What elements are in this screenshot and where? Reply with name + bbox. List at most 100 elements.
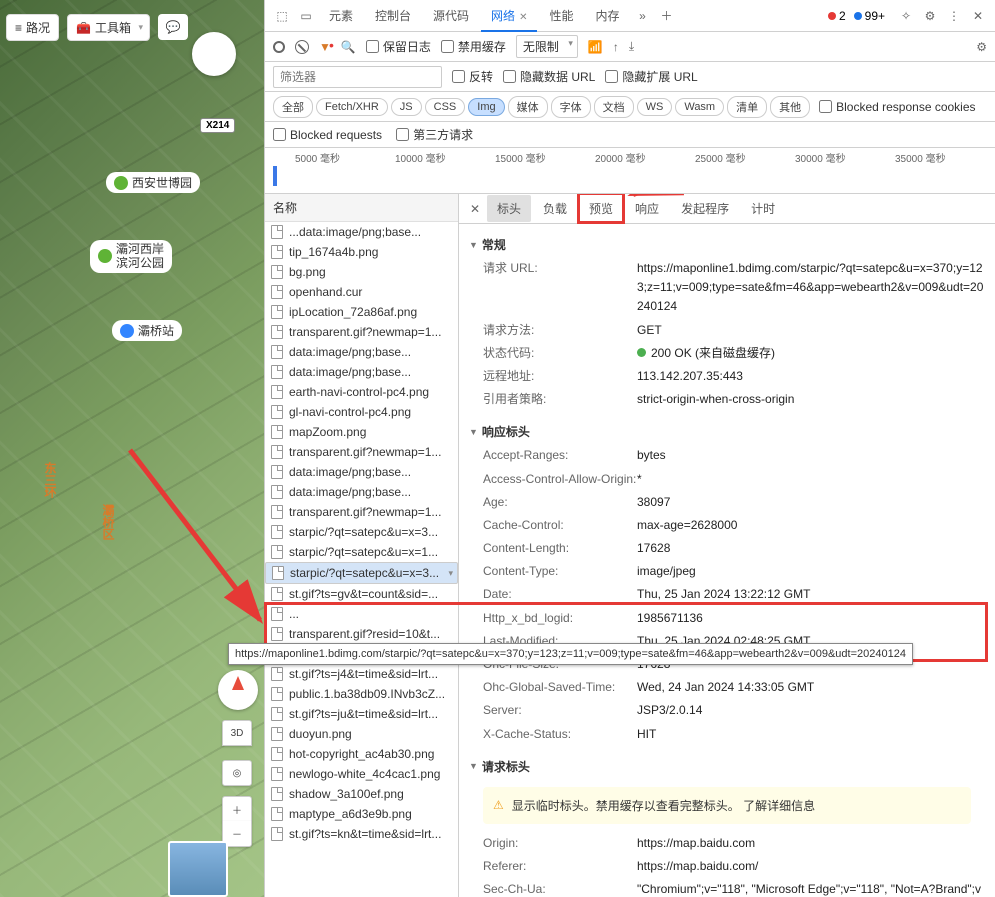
close-detail-icon[interactable]: ✕: [465, 202, 485, 216]
request-row[interactable]: st.gif?ts=ju&t=time&sid=lrt...: [265, 704, 458, 724]
chip-全部[interactable]: 全部: [273, 96, 313, 118]
request-row[interactable]: transparent.gif?newmap=1...: [265, 442, 458, 462]
detail-tab-3[interactable]: 响应: [625, 195, 669, 222]
request-row[interactable]: ...data:image/png;base...: [265, 222, 458, 242]
request-row[interactable]: st.gif?ts=kn&t=time&sid=lrt...: [265, 824, 458, 844]
chip-js[interactable]: JS: [391, 98, 422, 116]
chip-fetch/xhr[interactable]: Fetch/XHR: [316, 98, 388, 116]
request-row[interactable]: transparent.gif?resid=10&t...: [265, 624, 458, 644]
upload-icon[interactable]: ↑: [613, 40, 619, 54]
traffic-button[interactable]: ≡路况: [6, 14, 59, 41]
request-row[interactable]: bg.png: [265, 262, 458, 282]
section-request-headers[interactable]: 请求标头: [469, 754, 985, 779]
clear-button[interactable]: [295, 40, 309, 54]
streetview-thumb[interactable]: [168, 841, 228, 897]
chip-其他[interactable]: 其他: [770, 96, 810, 118]
tab-performance[interactable]: 性能: [539, 1, 583, 30]
compass[interactable]: [218, 670, 258, 710]
request-row[interactable]: shadow_3a100ef.png: [265, 784, 458, 804]
blocked-cookies-checkbox[interactable]: Blocked response cookies: [819, 100, 975, 114]
request-row[interactable]: openhand.cur: [265, 282, 458, 302]
map-poi-station[interactable]: 灞桥站: [112, 320, 182, 341]
more-icon[interactable]: ⋮: [943, 5, 965, 27]
request-row[interactable]: ...: [265, 604, 458, 624]
search-icon[interactable]: 🔍: [341, 40, 356, 54]
record-button[interactable]: [273, 41, 285, 53]
wifi-icon[interactable]: 📶: [588, 40, 603, 54]
device-icon[interactable]: ▭: [295, 5, 317, 27]
timeline[interactable]: 5000 毫秒10000 毫秒15000 毫秒20000 毫秒25000 毫秒3…: [265, 148, 995, 194]
section-response-headers[interactable]: 响应标头: [469, 419, 985, 444]
hide-data-url-checkbox[interactable]: 隐藏数据 URL: [503, 68, 595, 85]
request-row[interactable]: st.gif?ts=j4&t=time&sid=lrt...: [265, 664, 458, 684]
zoom-in-button[interactable]: ＋: [222, 796, 252, 822]
third-party-checkbox[interactable]: 第三方请求: [396, 126, 473, 143]
ai-icon[interactable]: ✧: [895, 5, 917, 27]
chip-媒体[interactable]: 媒体: [508, 96, 548, 118]
request-row[interactable]: earth-navi-control-pc4.png: [265, 382, 458, 402]
detail-tab-4[interactable]: 发起程序: [671, 195, 739, 222]
avatar[interactable]: [192, 32, 236, 76]
chip-wasm[interactable]: Wasm: [675, 98, 724, 116]
detail-tab-1[interactable]: 负载: [533, 195, 577, 222]
map-locate-button[interactable]: ◎: [222, 760, 252, 786]
blocked-requests-checkbox[interactable]: Blocked requests: [273, 128, 382, 142]
tab-network[interactable]: 网络✕: [481, 1, 537, 32]
settings-icon[interactable]: ⚙: [919, 5, 941, 27]
close-icon[interactable]: ✕: [519, 12, 527, 23]
detail-content[interactable]: 常规 请求 URL:https://maponline1.bdimg.com/s…: [459, 224, 995, 897]
chip-清单[interactable]: 清单: [727, 96, 767, 118]
request-row[interactable]: st.gif?ts=gv&t=count&sid=...: [265, 584, 458, 604]
request-row[interactable]: starpic/?qt=satepc&u=x=3...: [265, 522, 458, 542]
request-row[interactable]: hot-copyright_ac4ab30.png: [265, 744, 458, 764]
preserve-log-checkbox[interactable]: 保留日志: [366, 38, 431, 55]
map-poi-riverpark[interactable]: 灞河西岸 滨河公园: [90, 240, 172, 273]
close-devtools-icon[interactable]: ✕: [967, 5, 989, 27]
request-row[interactable]: newlogo-white_4c4cac1.png: [265, 764, 458, 784]
learn-more-link[interactable]: 了解详细信息: [743, 799, 815, 813]
chat-button[interactable]: 💬: [158, 14, 188, 40]
chip-css[interactable]: CSS: [425, 98, 466, 116]
tab-sources[interactable]: 源代码: [423, 1, 479, 30]
chip-字体[interactable]: 字体: [551, 96, 591, 118]
msg-badge[interactable]: 99+: [854, 9, 885, 23]
hide-ext-url-checkbox[interactable]: 隐藏扩展 URL: [605, 68, 697, 85]
request-row[interactable]: tip_1674a4b.png: [265, 242, 458, 262]
tab-memory[interactable]: 内存: [585, 1, 629, 30]
map-poi-expo[interactable]: 西安世博园: [106, 172, 200, 193]
download-icon[interactable]: ⤓: [629, 39, 634, 54]
detail-tab-0[interactable]: 标头: [487, 195, 531, 222]
error-badge[interactable]: 2: [828, 9, 846, 23]
invert-checkbox[interactable]: 反转: [452, 68, 493, 85]
request-row[interactable]: ipLocation_72a86af.png: [265, 302, 458, 322]
request-row[interactable]: maptype_a6d3e9b.png: [265, 804, 458, 824]
detail-tab-2[interactable]: 预览: [579, 195, 623, 222]
map-pane[interactable]: ≡路况 🧰工具箱 💬 X214 西安世博园 灞河西岸 滨河公园 灞桥站 东三环 …: [0, 0, 264, 897]
column-name-header[interactable]: 名称: [265, 194, 458, 222]
request-row[interactable]: mapZoom.png: [265, 422, 458, 442]
request-row[interactable]: starpic/?qt=satepc&u=x=3...: [265, 562, 458, 584]
chip-img[interactable]: Img: [468, 98, 504, 116]
network-settings-icon[interactable]: ⚙: [976, 40, 987, 54]
filter-toggle-icon[interactable]: ▼: [319, 40, 331, 54]
tab-elements[interactable]: 元素: [319, 1, 363, 30]
map-3d-button[interactable]: 3D: [222, 720, 252, 746]
inspect-icon[interactable]: ⬚: [271, 5, 293, 27]
chip-ws[interactable]: WS: [637, 98, 673, 116]
overflow-icon[interactable]: »: [631, 5, 653, 27]
section-general[interactable]: 常规: [469, 232, 985, 257]
request-row[interactable]: public.1.ba38db09.INvb3cZ...: [265, 684, 458, 704]
throttle-select[interactable]: 无限制: [516, 35, 578, 58]
add-tab-icon[interactable]: ＋: [655, 5, 677, 27]
request-row[interactable]: data:image/png;base...: [265, 482, 458, 502]
request-row[interactable]: data:image/png;base...: [265, 462, 458, 482]
request-row[interactable]: starpic/?qt=satepc&u=x=1...: [265, 542, 458, 562]
disable-cache-checkbox[interactable]: 禁用缓存: [441, 38, 506, 55]
detail-tab-5[interactable]: 计时: [741, 195, 785, 222]
request-row[interactable]: duoyun.png: [265, 724, 458, 744]
request-row[interactable]: transparent.gif?newmap=1...: [265, 502, 458, 522]
request-row[interactable]: data:image/png;base...: [265, 342, 458, 362]
request-row[interactable]: gl-navi-control-pc4.png: [265, 402, 458, 422]
chip-文档[interactable]: 文档: [594, 96, 634, 118]
tab-console[interactable]: 控制台: [365, 1, 421, 30]
